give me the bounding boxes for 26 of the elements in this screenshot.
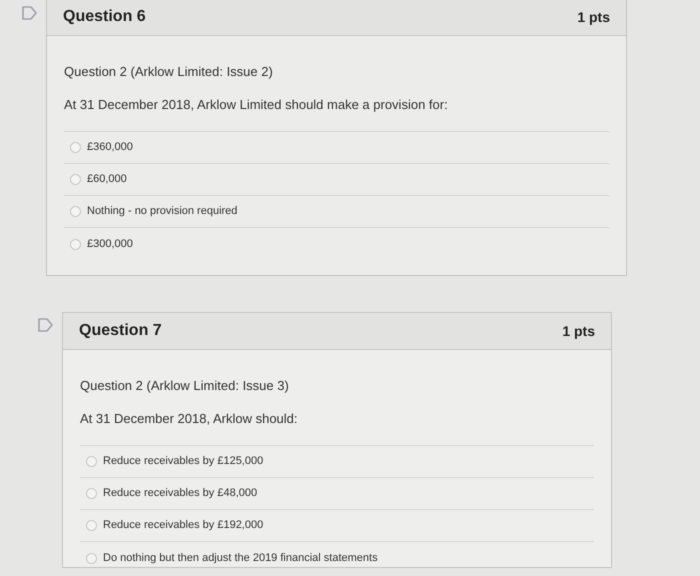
flag-icon[interactable] [22,6,38,20]
radio-button[interactable] [70,174,81,185]
radio-button[interactable] [70,238,81,250]
question-subtitle: Question 2 (Arklow Limited: Issue 3) [80,377,290,395]
question-title: Question 7 [79,321,162,341]
radio-button[interactable] [86,456,97,467]
radio-button[interactable] [70,142,81,153]
answer-option[interactable]: £360,000 [64,132,609,164]
points-label: 1 pts [562,322,595,341]
question-subtitle: Question 2 (Arklow Limited: Issue 2) [64,63,274,81]
question-prompt: At 31 December 2018, Arklow should: [80,410,299,428]
points-label: 1 pts [577,8,610,27]
answer-option[interactable]: £300,000 [64,228,609,260]
radio-button[interactable] [86,552,97,564]
flag-icon[interactable] [38,318,54,332]
radio-button[interactable] [70,206,81,217]
question-title: Question 6 [63,7,146,27]
answer-option[interactable]: £60,000 [64,164,609,196]
question-prompt: At 31 December 2018, Arklow Limited should make a provision for: [64,96,449,114]
answer-option[interactable]: Do nothing but then adjust the 2019 financial statements [80,542,594,574]
radio-button[interactable] [86,520,97,531]
answer-option[interactable]: Reduce receivables by £125,000 [80,446,594,478]
radio-button[interactable] [86,488,97,499]
answer-option[interactable]: Nothing - no provision required [64,196,609,228]
answer-option[interactable]: Reduce receivables by £48,000 [80,478,594,510]
answer-option[interactable]: Reduce receivables by £192,000 [80,510,594,542]
